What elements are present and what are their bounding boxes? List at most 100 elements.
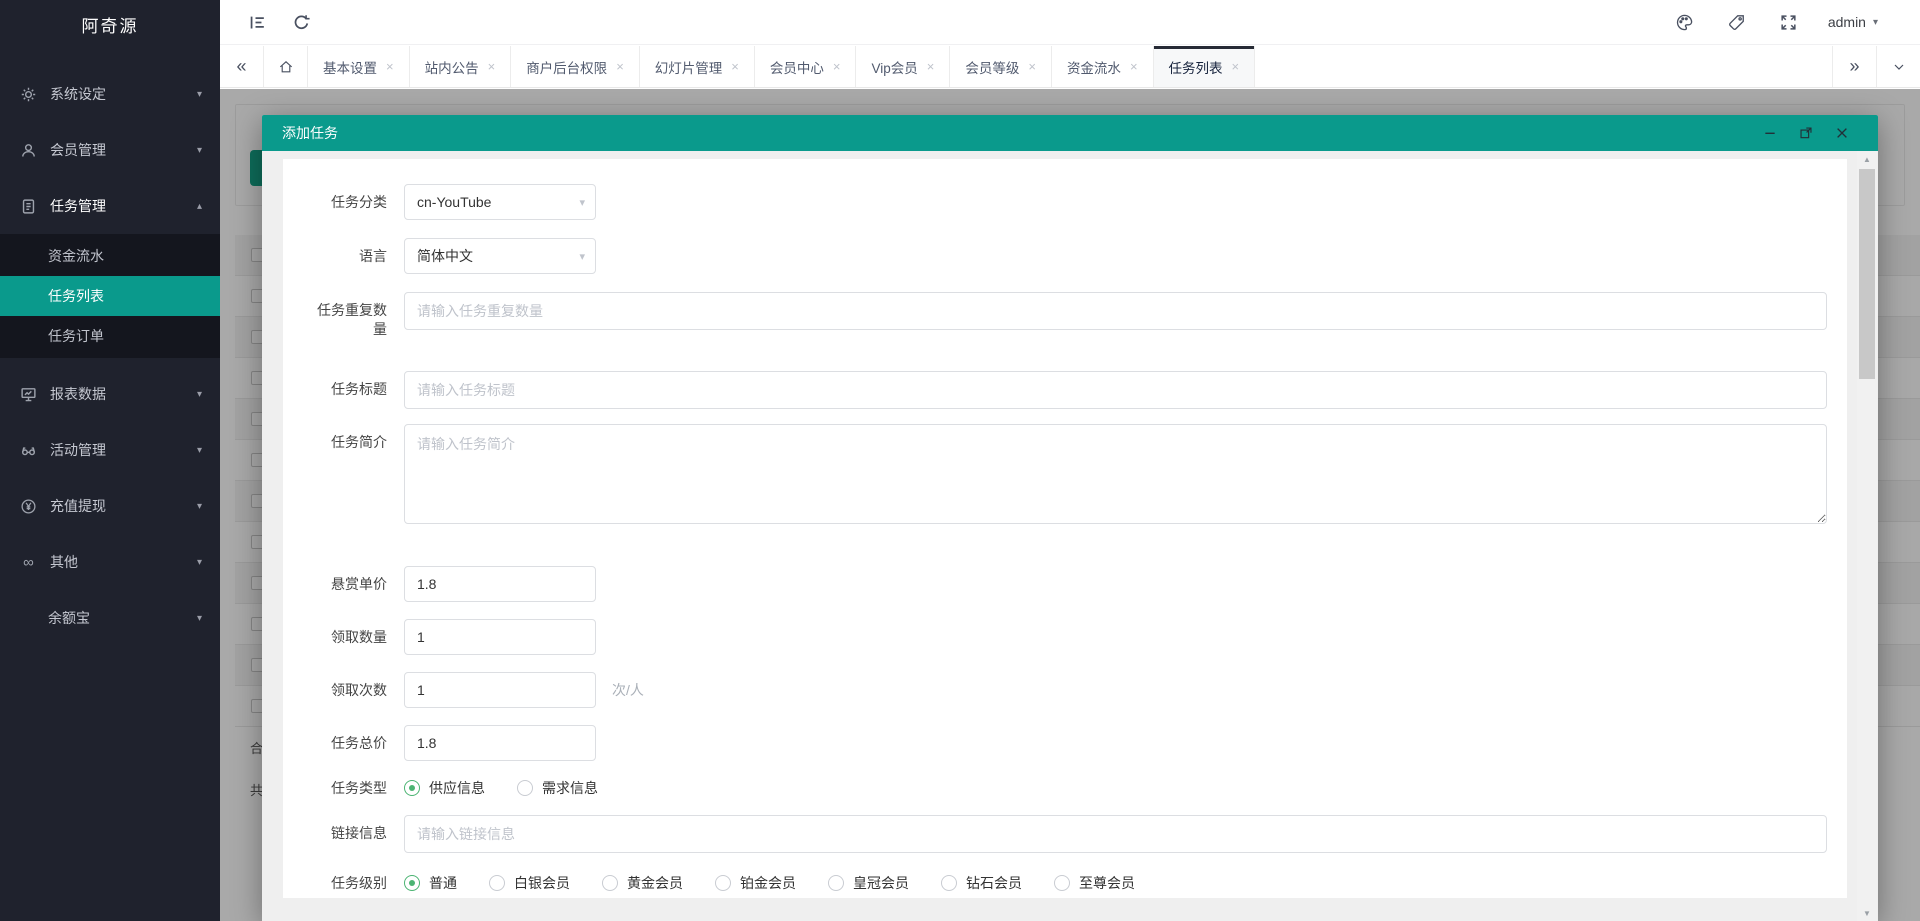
modal-scrollbar[interactable]: ▲ ▼ [1857,151,1877,921]
task-title-input[interactable] [404,371,1827,409]
home-tab-button[interactable] [264,46,308,87]
sidebar-item-task-orders[interactable]: 任务订单 [0,316,220,356]
infinity-icon: ∞ [23,553,34,571]
tab-site-announcement[interactable]: 站内公告 × [410,46,512,87]
sidebar-item-label: 其他 [50,554,78,570]
tab-label: 商户后台权限 [526,60,608,76]
maximize-icon[interactable] [1796,123,1816,143]
add-task-modal: 添加任务 任务分类 cn-YouTube ▾ 语言 简体中文 ▾ 任务重复数量 … [262,115,1878,921]
close-icon[interactable]: × [1028,59,1036,74]
tab-label: 资金流水 [1066,60,1121,76]
field-label: 任务类型 [331,780,387,796]
close-icon[interactable]: × [616,59,624,74]
radio-level-crown[interactable]: 皇冠会员 [828,873,909,893]
collapse-sidebar-icon[interactable] [244,9,270,35]
tab-vip-member[interactable]: Vip会员 × [856,46,951,87]
tasks-icon [20,198,37,215]
fullscreen-icon[interactable] [1776,9,1802,35]
app-logo: 阿奇源 [81,16,139,36]
close-icon[interactable]: × [833,59,841,74]
tab-member-level[interactable]: 会员等级 × [950,46,1052,87]
theme-palette-icon[interactable] [1672,9,1698,35]
radio-level-supreme[interactable]: 至尊会员 [1054,873,1135,893]
user-menu[interactable]: admin ▾ [1828,14,1878,30]
sidebar-item-other[interactable]: ∞ 其他 ▾ [0,542,220,582]
task-intro-textarea[interactable] [404,424,1827,524]
close-icon[interactable]: × [1130,59,1138,74]
sidebar-item-member-management[interactable]: 会员管理 ▾ [0,130,220,170]
sidebar-item-label: 任务管理 [50,198,106,214]
tabs-back-button[interactable]: « [220,46,264,87]
radio-icon [489,875,505,891]
sidebar-item-activity-management[interactable]: 活动管理 ▾ [0,430,220,470]
tab-slideshow-management[interactable]: 幻灯片管理 × [640,46,755,87]
chevron-down-icon [1894,64,1903,70]
sidebar-item-label: 报表数据 [50,386,106,402]
close-icon[interactable]: × [1232,59,1240,74]
sidebar-item-report-data[interactable]: 报表数据 ▾ [0,374,220,414]
chevron-down-icon: ▾ [579,250,585,263]
sidebar-item-recharge-withdraw[interactable]: 充值提现 ▾ [0,486,220,526]
field-label: 任务标题 [331,381,387,397]
tab-basic-settings[interactable]: 基本设置 × [308,46,410,87]
sidebar-item-task-list[interactable]: 任务列表 [0,276,220,316]
close-icon[interactable]: × [731,59,739,74]
unit-suffix: 次/人 [612,682,644,698]
tag-icon[interactable] [1724,9,1750,35]
chevron-down-icon: ▾ [196,388,202,400]
gear-icon [20,86,37,103]
language-select[interactable]: 简体中文 ▾ [404,238,596,274]
radio-icon [517,780,533,796]
radio-icon [828,875,844,891]
radio-icon [941,875,957,891]
sidebar-item-task-management[interactable]: 任务管理 ▴ [0,186,220,226]
field-label: 语言 [359,248,387,264]
radio-supply-info[interactable]: 供应信息 [404,778,485,798]
tab-task-list[interactable]: 任务列表 × [1153,46,1256,87]
close-icon[interactable]: × [386,59,394,74]
tab-fund-flow[interactable]: 资金流水 × [1052,46,1154,87]
scroll-up-icon[interactable]: ▲ [1857,151,1877,167]
link-info-input[interactable] [404,815,1827,853]
form-row-repeat-count: 任务重复数量 [311,292,1837,339]
scrollbar-thumb[interactable] [1859,169,1875,379]
field-label: 任务总价 [331,735,387,751]
chevron-down-icon: ▾ [196,612,202,624]
claim-times-input[interactable] [404,672,596,708]
form-row-claim-qty: 领取数量 [311,619,1837,655]
sidebar-item-label: 系统设定 [50,86,106,102]
radio-demand-info[interactable]: 需求信息 [517,778,598,798]
tab-merchant-permissions[interactable]: 商户后台权限 × [511,46,640,87]
radio-level-diamond[interactable]: 钻石会员 [941,873,1022,893]
repeat-count-input[interactable] [404,292,1827,330]
close-icon[interactable] [1832,123,1852,143]
chevron-down-icon: ▾ [196,500,202,512]
task-management-submenu: 资金流水 任务列表 任务订单 [0,234,220,358]
sidebar-item-yuebao[interactable]: 余额宝 ▾ [0,598,220,638]
total-price-input[interactable] [404,725,596,761]
tabs-forward-button[interactable]: » [1832,46,1876,87]
scroll-down-icon[interactable]: ▼ [1857,905,1877,921]
radio-level-gold[interactable]: 黄金会员 [602,873,683,893]
claim-qty-input[interactable] [404,619,596,655]
sidebar-item-fund-flow[interactable]: 资金流水 [0,236,220,276]
radio-level-normal[interactable]: 普通 [404,873,457,893]
tabs-menu-button[interactable] [1876,46,1920,87]
tab-label: 会员中心 [769,60,824,76]
sidebar: 阿奇源 系统设定 ▾ 会员管理 ▾ 任务管理 ▴ 资金流水 任务列表 任务订单 … [0,0,220,921]
refresh-icon[interactable] [288,9,314,35]
unit-price-input[interactable] [404,566,596,602]
category-select[interactable]: cn-YouTube ▾ [404,184,596,220]
modal-header[interactable]: 添加任务 [262,115,1878,151]
sidebar-item-system-settings[interactable]: 系统设定 ▾ [0,74,220,114]
radio-level-silver[interactable]: 白银会员 [489,873,570,893]
form-row-task-intro: 任务简介 [311,424,1837,529]
field-label: 悬赏单价 [331,576,387,592]
close-icon[interactable]: × [488,59,496,74]
close-icon[interactable]: × [927,59,935,74]
chevron-down-icon: ▾ [196,88,202,100]
tab-member-center[interactable]: 会员中心 × [755,46,857,87]
field-label: 任务重复数量 [317,302,387,337]
radio-level-platinum[interactable]: 铂金会员 [715,873,796,893]
minimize-icon[interactable] [1760,123,1780,143]
